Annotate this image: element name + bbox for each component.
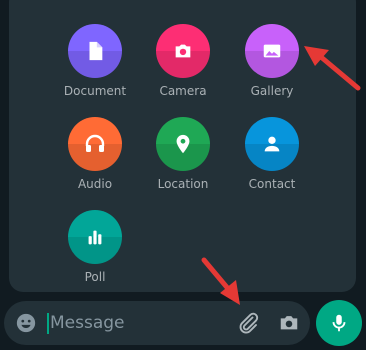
- emoji-icon[interactable]: [14, 311, 38, 335]
- attach-camera-label: Camera: [159, 84, 207, 98]
- attach-contact-label: Contact: [248, 177, 296, 191]
- message-composer: [4, 301, 310, 345]
- attach-contact-button[interactable]: Contact: [227, 117, 317, 197]
- attach-document-button[interactable]: Document: [50, 24, 140, 104]
- gallery-icon: [245, 24, 299, 78]
- camera-icon[interactable]: [276, 310, 302, 336]
- message-input[interactable]: [50, 309, 220, 337]
- paperclip-icon[interactable]: [235, 310, 261, 336]
- attach-location-label: Location: [157, 177, 209, 191]
- document-icon: [68, 24, 122, 78]
- contact-person-icon: [245, 117, 299, 171]
- microphone-icon[interactable]: [316, 300, 362, 346]
- attachment-menu: Document Camera Gallery Audio Location C…: [9, 0, 356, 292]
- location-pin-icon: [156, 117, 210, 171]
- attach-gallery-label: Gallery: [250, 84, 294, 98]
- chat-screen: Document Camera Gallery Audio Location C…: [0, 0, 366, 350]
- attach-audio-button[interactable]: Audio: [50, 117, 140, 197]
- attach-location-button[interactable]: Location: [138, 117, 228, 197]
- text-cursor: [47, 313, 49, 334]
- attach-camera-button[interactable]: Camera: [138, 24, 228, 104]
- attach-gallery-button[interactable]: Gallery: [227, 24, 317, 104]
- attach-poll-label: Poll: [84, 270, 106, 284]
- attach-poll-button[interactable]: Poll: [50, 210, 140, 290]
- camera-icon: [156, 24, 210, 78]
- attach-audio-label: Audio: [77, 177, 113, 191]
- attach-document-label: Document: [63, 84, 127, 98]
- headphones-icon: [68, 117, 122, 171]
- poll-icon: [68, 210, 122, 264]
